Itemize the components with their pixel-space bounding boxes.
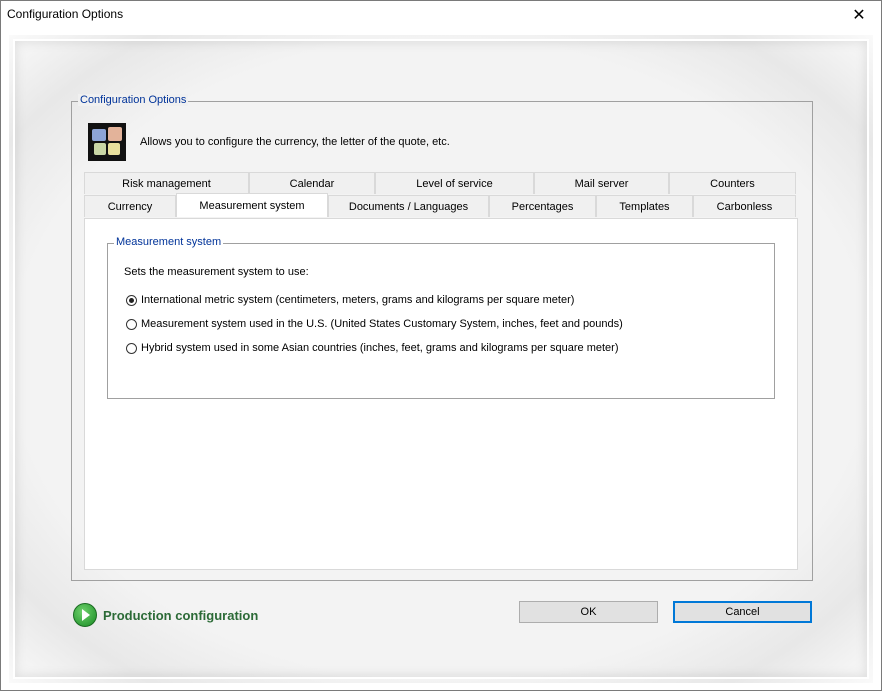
measurement-prompt: Sets the measurement system to use:	[124, 266, 309, 278]
tab-templates[interactable]: Templates	[596, 195, 693, 217]
tab-currency[interactable]: Currency	[84, 195, 176, 217]
tab-row-top: Risk management Calendar Level of servic…	[84, 172, 798, 194]
tab-carbonless[interactable]: Carbonless	[693, 195, 796, 217]
tab-strip: Risk management Calendar Level of servic…	[84, 172, 798, 218]
tab-documents-languages[interactable]: Documents / Languages	[328, 195, 489, 217]
radio-label: International metric system (centimeters…	[141, 294, 575, 306]
close-icon: ✕	[852, 7, 866, 24]
measurement-group: Measurement system Sets the measurement …	[107, 236, 775, 399]
tab-counters[interactable]: Counters	[669, 172, 796, 194]
production-configuration-label: Production configuration	[103, 607, 259, 623]
radio-indicator[interactable]	[126, 342, 137, 354]
tab-mail-server[interactable]: Mail server	[534, 172, 669, 194]
radio-label: Hybrid system used in some Asian countri…	[141, 342, 619, 354]
radio-indicator[interactable]	[126, 318, 137, 330]
radio-us-customary[interactable]: Measurement system used in the U.S. (Uni…	[126, 318, 623, 330]
tab-calendar[interactable]: Calendar	[249, 172, 375, 194]
radio-metric[interactable]: International metric system (centimeters…	[126, 294, 574, 306]
tab-percentages[interactable]: Percentages	[489, 195, 596, 217]
title-bar: Configuration Options ✕	[1, 1, 881, 29]
puzzle-icon	[88, 123, 126, 161]
tab-measurement-system[interactable]: Measurement system	[176, 193, 328, 217]
configuration-group-legend: Configuration Options	[78, 94, 189, 106]
configuration-group: Configuration Options Allows you to conf…	[71, 94, 813, 581]
description-text: Allows you to configure the currency, th…	[140, 136, 450, 148]
production-configuration-link[interactable]: Production configuration	[73, 603, 258, 627]
info-row: Allows you to configure the currency, th…	[88, 122, 450, 162]
play-circle-icon	[73, 603, 97, 627]
tab-row-bottom: Currency Measurement system Documents / …	[84, 193, 798, 217]
window-title: Configuration Options	[7, 7, 124, 21]
radio-label: Measurement system used in the U.S. (Uni…	[141, 318, 623, 330]
tab-risk-management[interactable]: Risk management	[84, 172, 249, 194]
configuration-window: Configuration Options ✕ Configuration Op…	[0, 0, 882, 691]
tab-level-of-service[interactable]: Level of service	[375, 172, 534, 194]
measurement-group-legend: Measurement system	[114, 236, 224, 248]
measurement-tab-panel: Measurement system Sets the measurement …	[84, 218, 798, 570]
close-button[interactable]: ✕	[837, 1, 881, 29]
cancel-button[interactable]: Cancel	[673, 601, 812, 623]
radio-indicator[interactable]	[126, 294, 137, 306]
ok-button[interactable]: OK	[519, 601, 658, 623]
client-area: Configuration Options Allows you to conf…	[9, 35, 873, 683]
radio-hybrid-asian[interactable]: Hybrid system used in some Asian countri…	[126, 342, 618, 354]
